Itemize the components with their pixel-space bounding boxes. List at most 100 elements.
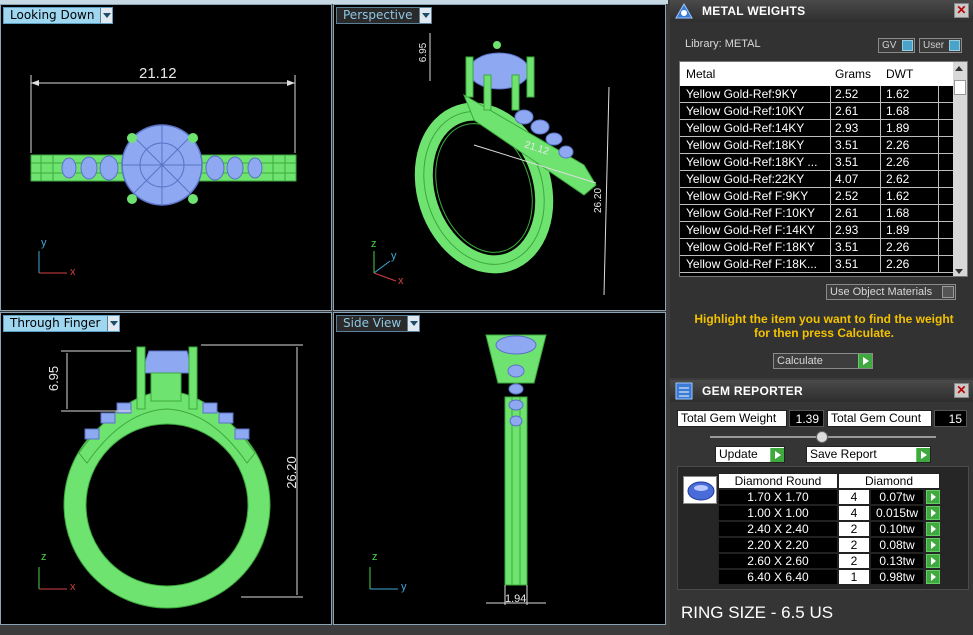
metal-dwt: 2.26	[886, 155, 910, 169]
total-gem-weight-label: Total Gem Weight	[677, 410, 787, 427]
close-icon[interactable]: ✕	[954, 383, 969, 398]
scroll-up-icon[interactable]	[955, 66, 963, 71]
axis-label-z: z	[41, 551, 47, 563]
column-separator	[938, 86, 939, 103]
gem-weight: 0.015tw	[870, 505, 924, 521]
column-separator	[938, 154, 939, 171]
metal-table[interactable]: Metal Grams DWT Yellow Gold-Ref:9KY 2.52 1…	[679, 61, 968, 277]
update-button[interactable]: Update	[715, 446, 785, 463]
column-separator	[830, 205, 831, 222]
tab-through-finger[interactable]: Through Finger	[3, 315, 120, 332]
scroll-thumb[interactable]	[954, 80, 966, 95]
play-icon	[770, 448, 784, 462]
gem-count: 4	[838, 505, 870, 521]
column-separator	[880, 222, 881, 239]
metal-row[interactable]: Yellow Gold-Ref F:18KY 3.51 2.26	[680, 239, 967, 256]
viewport-looking-down[interactable]: Looking Down 21.12 y x	[0, 4, 332, 311]
gem-count: 4	[838, 489, 870, 505]
axis-label-z: z	[372, 551, 378, 563]
column-separator	[830, 120, 831, 137]
scroll-down-icon[interactable]	[955, 269, 963, 274]
metal-row[interactable]: Yellow Gold-Ref:18KY ... 3.51 2.26	[680, 154, 967, 171]
close-icon[interactable]: ✕	[954, 3, 969, 18]
metal-grams: 3.51	[835, 138, 859, 152]
user-toggle[interactable]: User	[919, 38, 962, 53]
metal-row[interactable]: Yellow Gold-Ref:22KY 4.07 2.62	[680, 171, 967, 188]
column-separator	[938, 171, 939, 188]
column-metal[interactable]: Metal	[686, 67, 715, 81]
total-gem-weight-value: 1.39	[789, 410, 824, 427]
column-dwt[interactable]: DWT	[886, 67, 913, 81]
tab-perspective[interactable]: Perspective	[336, 7, 432, 24]
play-icon[interactable]	[926, 522, 940, 536]
gem-count: 2	[838, 521, 870, 537]
chevron-down-icon[interactable]	[418, 8, 431, 23]
viewport-perspective[interactable]: Perspective 6.95 21.12 26.20 z y x	[333, 4, 666, 311]
gem-round-icon[interactable]	[683, 476, 717, 504]
chevron-down-icon[interactable]	[407, 316, 420, 331]
metal-grams: 2.52	[835, 189, 859, 203]
metal-name: Yellow Gold-Ref F:18K...	[686, 257, 817, 271]
metal-row[interactable]: Yellow Gold-Ref F:14KY 2.93 1.89	[680, 222, 967, 239]
axis-label-x: x	[70, 581, 76, 593]
ring-size: RING SIZE - 6.5 US	[681, 603, 834, 622]
chevron-down-icon[interactable]	[106, 316, 119, 331]
metal-weights-icon	[675, 2, 693, 19]
update-label: Update	[719, 447, 758, 461]
metal-row[interactable]: Yellow Gold-Ref:10KY 2.61 1.68	[680, 103, 967, 120]
gv-toggle[interactable]: GV	[878, 38, 915, 53]
metal-grams: 3.51	[835, 240, 859, 254]
metal-row[interactable]: Yellow Gold-Ref F:10KY 2.61 1.68	[680, 205, 967, 222]
metal-name: Yellow Gold-Ref:9KY	[686, 87, 798, 101]
use-object-materials-label: Use Object Materials	[830, 286, 933, 298]
gem-weight: 0.98tw	[870, 569, 924, 585]
tab-side-view[interactable]: Side View	[336, 315, 421, 332]
gem-size: 1.70 X 1.70	[718, 489, 838, 505]
metal-dwt: 1.68	[886, 104, 910, 118]
tab-looking-down[interactable]: Looking Down	[3, 7, 114, 24]
play-icon[interactable]	[926, 570, 940, 584]
column-grams[interactable]: Grams	[835, 67, 871, 81]
checkbox-icon[interactable]	[942, 286, 954, 298]
use-object-materials-checkbox[interactable]: Use Object Materials	[826, 284, 956, 300]
gem-reporter-header: GEM REPORTER ✕	[670, 380, 973, 402]
column-separator	[880, 120, 881, 137]
slider-handle[interactable]	[816, 431, 828, 443]
ring-side-view	[369, 334, 547, 605]
metal-table-scrollbar[interactable]	[953, 62, 967, 276]
column-separator	[830, 86, 831, 103]
metal-row[interactable]: Yellow Gold-Ref F:18K... 3.51 2.26	[680, 256, 967, 273]
metal-row[interactable]: Yellow Gold-Ref:9KY 2.52 1.62	[680, 86, 967, 103]
dimension-side: 26.20	[593, 187, 605, 214]
metal-grams: 2.93	[835, 121, 859, 135]
column-separator	[830, 222, 831, 239]
play-icon	[858, 354, 872, 368]
metal-dwt: 1.62	[886, 87, 910, 101]
play-icon[interactable]	[926, 490, 940, 504]
viewport-through-finger[interactable]: Through Finger 6.95 26.20 z x	[0, 312, 332, 625]
metal-name: Yellow Gold-Ref:18KY	[686, 138, 805, 152]
metal-grams: 3.51	[835, 155, 859, 169]
column-separator	[938, 205, 939, 222]
play-icon[interactable]	[926, 538, 940, 552]
metal-weights-header: METAL WEIGHTS ✕	[670, 0, 973, 22]
metal-row[interactable]: Yellow Gold-Ref:18KY 3.51 2.26	[680, 137, 967, 154]
metal-name: Yellow Gold-Ref F:18KY	[686, 240, 815, 254]
metal-row[interactable]: Yellow Gold-Ref F:9KY 2.52 1.62	[680, 188, 967, 205]
column-separator	[880, 171, 881, 188]
save-report-button[interactable]: Save Report	[806, 446, 931, 463]
calculate-button[interactable]: Calculate	[773, 353, 873, 369]
play-icon[interactable]	[926, 554, 940, 568]
ring-front-view	[38, 344, 303, 609]
metal-dwt: 1.62	[886, 189, 910, 203]
play-icon[interactable]	[926, 506, 940, 520]
metal-row[interactable]: Yellow Gold-Ref:14KY 2.93 1.89	[680, 120, 967, 137]
metal-dwt: 1.68	[886, 206, 910, 220]
metal-name: Yellow Gold-Ref:14KY	[686, 121, 805, 135]
axis-label-y: y	[401, 581, 407, 593]
chevron-down-icon[interactable]	[100, 8, 113, 23]
dimension-head-height: 6.95	[46, 365, 62, 392]
dimension-width: 21.12	[139, 65, 177, 82]
viewport-side-view[interactable]: Side View 1.94 z y	[333, 312, 666, 625]
calculate-hint: Highlight the item you want to find the …	[694, 312, 954, 340]
